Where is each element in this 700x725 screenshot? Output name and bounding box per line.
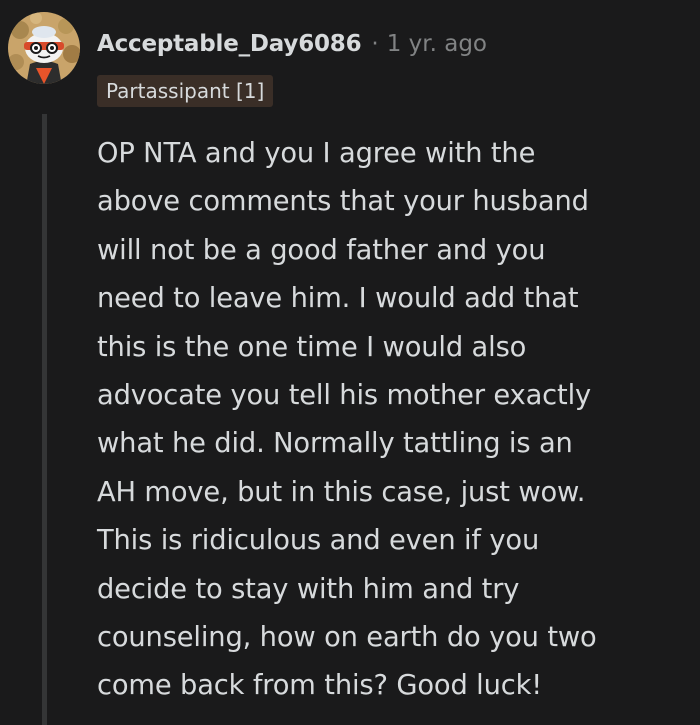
comment-body-line: above comments that your husband: [97, 186, 589, 218]
comment-body-line: counseling, how on earth do you two: [97, 621, 597, 653]
thread-line[interactable]: [42, 114, 47, 725]
comment-body-line: what he did. Normally tattling is an: [97, 428, 573, 460]
comment-body-line: decide to stay with him and try: [97, 573, 520, 605]
comment-body-line: advocate you tell his mother exactly: [97, 379, 592, 411]
comment-body-line: OP NTA and you I agree with the: [97, 138, 536, 169]
user-avatar[interactable]: [6, 10, 82, 86]
author-username[interactable]: Acceptable_Day6086: [97, 31, 362, 57]
comment-body-line: will not be a good father and you: [97, 234, 546, 266]
comment-meta: Acceptable_Day6086 · 1 yr. ago: [97, 26, 487, 62]
comment-body-line: need to leave him. I would add that: [97, 283, 579, 315]
comment-body-line: come back from this? Good luck!: [97, 670, 543, 702]
comment-body-line: AH move, but in this case, just wow.: [97, 476, 586, 508]
comment-body-line: This is ridiculous and even if you: [97, 525, 540, 557]
comment: Acceptable_Day6086 · 1 yr. ago Partassip…: [0, 0, 700, 725]
meta-separator: ·: [371, 31, 379, 57]
snoo-avatar-icon: [8, 12, 80, 84]
comment-body: OP NTA and you I agree with the above co…: [97, 130, 693, 711]
comment-timestamp[interactable]: 1 yr. ago: [387, 31, 487, 57]
user-flair-text: Partassipant [1]: [106, 79, 265, 103]
user-flair: Partassipant [1]: [97, 75, 274, 107]
comment-body-line: this is the one time I would also: [97, 331, 527, 363]
